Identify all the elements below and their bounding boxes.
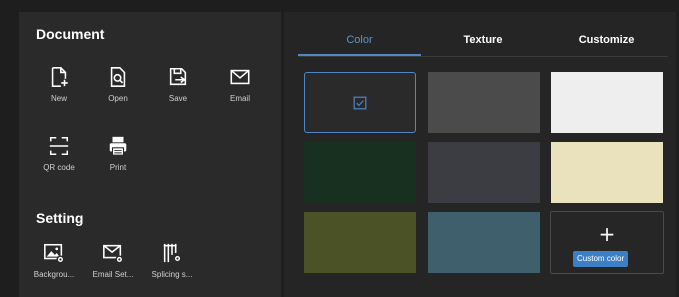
- qr-code-icon: [49, 136, 69, 156]
- new-button[interactable]: New: [36, 66, 82, 122]
- color-swatch[interactable]: [304, 212, 416, 273]
- tab-divider: [298, 56, 668, 57]
- document-section-title: Document: [36, 26, 105, 42]
- color-swatch[interactable]: [551, 142, 663, 203]
- email-settings-label: Email Set...: [92, 270, 134, 279]
- plus-icon: +: [598, 222, 616, 246]
- setting-section-title: Setting: [36, 210, 84, 226]
- save-button[interactable]: Save: [155, 66, 201, 122]
- print-label: Print: [109, 163, 127, 172]
- splicing-settings-icon: [163, 243, 182, 263]
- qr-code-label: QR code: [43, 163, 75, 172]
- custom-color-button[interactable]: Custom color: [573, 251, 629, 267]
- print-button[interactable]: Print: [95, 135, 141, 191]
- email-icon: [230, 69, 250, 85]
- color-swatch[interactable]: [428, 72, 540, 133]
- email-settings-button[interactable]: Email Set...: [90, 242, 136, 297]
- tab-customize[interactable]: Customize: [545, 34, 668, 54]
- email-button[interactable]: Email: [217, 66, 263, 122]
- checkbox-checked-icon: [353, 96, 367, 109]
- splicing-settings-label: Splicing s...: [151, 270, 193, 279]
- new-file-icon: [51, 67, 68, 87]
- background-settings-label: Backgrou...: [33, 270, 75, 279]
- save-icon: [169, 67, 187, 86]
- file-panel: Document New Open Save Email QR code Pri…: [19, 12, 281, 297]
- background-panel: Color Texture Customize + Custom color: [284, 12, 676, 297]
- tab-bar: Color Texture Customize: [298, 34, 668, 57]
- custom-color-tile[interactable]: + Custom color: [550, 211, 664, 274]
- open-button[interactable]: Open: [95, 66, 141, 122]
- color-swatch[interactable]: [551, 72, 663, 133]
- printer-icon: [109, 136, 127, 156]
- qr-code-button[interactable]: QR code: [36, 135, 82, 191]
- color-swatch[interactable]: [428, 142, 540, 203]
- open-file-icon: [110, 67, 126, 87]
- new-label: New: [50, 94, 67, 103]
- tab-color[interactable]: Color: [298, 34, 421, 54]
- color-swatch[interactable]: [428, 212, 540, 273]
- email-label: Email: [229, 94, 250, 103]
- save-label: Save: [168, 94, 188, 103]
- color-swatch[interactable]: [304, 142, 416, 203]
- color-swatch[interactable]: [304, 72, 416, 133]
- active-tab-indicator: [298, 54, 421, 56]
- background-settings-button[interactable]: Backgrou...: [31, 242, 77, 297]
- background-settings-icon: [44, 243, 65, 264]
- splicing-settings-button[interactable]: Splicing s...: [149, 242, 195, 297]
- email-settings-icon: [103, 244, 124, 264]
- tab-texture[interactable]: Texture: [421, 34, 545, 54]
- open-label: Open: [108, 94, 128, 103]
